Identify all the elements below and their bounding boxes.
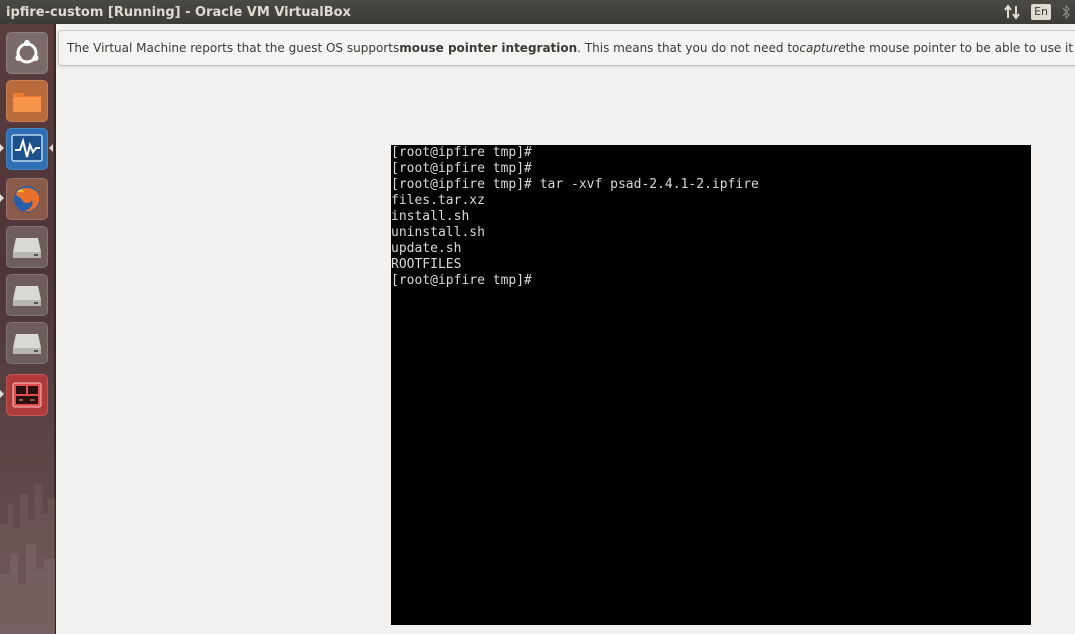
console-line: [root@ipfire tmp]# xyxy=(391,145,532,160)
drive-icon-1 xyxy=(13,238,41,258)
indicator-area: En xyxy=(1003,0,1075,24)
notice-text-bold: mouse pointer integration xyxy=(399,41,578,55)
files-folder-icon xyxy=(13,93,41,112)
console-line: ROOTFILES xyxy=(391,257,462,272)
console-line: [root@ipfire tmp]# xyxy=(391,273,532,288)
virtualbox-vm-icon xyxy=(12,382,42,408)
ubuntu-dash-button[interactable] xyxy=(6,32,48,74)
console-line: [root@ipfire tmp]# xyxy=(391,161,532,176)
keyboard-layout-indicator[interactable]: En xyxy=(1031,4,1051,20)
notice-text-3: the mouse pointer to be able to use it i… xyxy=(845,41,1075,55)
unity-launcher xyxy=(0,24,55,634)
ubuntu-dash-icon xyxy=(15,40,39,64)
system-monitor-icon xyxy=(11,134,43,162)
notice-text-2: . This means that you do not need to xyxy=(577,41,800,55)
firefox-icon xyxy=(14,186,40,212)
running-indicator xyxy=(0,194,4,202)
notice-text-1: The Virtual Machine reports that the gue… xyxy=(67,41,400,55)
console-line: [root@ipfire tmp]# tar -xvf psad-2.4.1-2… xyxy=(391,177,759,192)
console-line: install.sh xyxy=(391,209,470,224)
network-updown-icon[interactable] xyxy=(1003,3,1021,21)
console-line: uninstall.sh xyxy=(391,225,485,240)
virtualbox-vm-launcher-button[interactable] xyxy=(6,374,48,416)
top-panel: ipfire-custom [Running] - Oracle VM Virt… xyxy=(0,0,1075,24)
running-indicator xyxy=(0,144,4,152)
window-title: ipfire-custom [Running] - Oracle VM Virt… xyxy=(6,4,351,20)
drive-launcher-button-1[interactable] xyxy=(6,226,48,268)
console-line: files.tar.xz xyxy=(391,193,485,208)
notice-text-italic: capture xyxy=(799,41,846,55)
focused-indicator xyxy=(49,144,53,152)
drive-launcher-button-2[interactable] xyxy=(6,274,48,316)
mouse-integration-notice[interactable]: The Virtual Machine reports that the gue… xyxy=(58,30,1075,66)
vm-display-area[interactable]: The Virtual Machine reports that the gue… xyxy=(56,24,1075,634)
files-launcher-button[interactable] xyxy=(6,80,48,122)
bluetooth-icon[interactable] xyxy=(1061,4,1071,20)
wallpaper-skyline xyxy=(0,484,55,634)
guest-console-screen[interactable]: [root@ipfire tmp]# [root@ipfire tmp]# [r… xyxy=(391,145,1031,625)
drive-icon-2 xyxy=(13,286,41,306)
console-line: update.sh xyxy=(391,241,462,256)
firefox-launcher-button[interactable] xyxy=(6,178,48,220)
drive-launcher-button-3[interactable] xyxy=(6,322,48,364)
drive-icon-3 xyxy=(13,334,41,354)
system-monitor-launcher-button[interactable] xyxy=(6,128,48,170)
running-indicator xyxy=(0,390,4,398)
